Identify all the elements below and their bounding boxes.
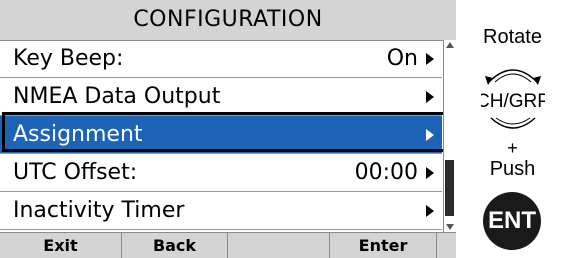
menu-item-value: On — [386, 46, 418, 71]
arrow-right-icon — [426, 205, 434, 217]
instruction-panel: Rotate CH/GRP + Push ENT — [462, 0, 563, 257]
rotary-knob-icon: CH/GRP — [481, 69, 545, 129]
scrollbar-thumb[interactable] — [445, 160, 454, 216]
menu-item-assignment[interactable]: Assignment — [0, 116, 442, 154]
menu-list: Key Beep: On NMEA Data Output Assignment… — [0, 40, 442, 230]
knob-label: CH/GRP — [481, 91, 545, 112]
plus-label: + — [507, 138, 518, 158]
menu-item-label: UTC Offset: — [13, 160, 138, 185]
menu-item-key-beep[interactable]: Key Beep: On — [0, 40, 442, 78]
screen-title: CONFIGURATION — [133, 7, 323, 32]
scroll-up-icon — [446, 42, 454, 48]
ent-button-icon: ENT — [483, 192, 541, 250]
menu-item-value: 00:00 — [354, 160, 418, 185]
arrow-right-icon — [426, 167, 434, 179]
arrow-right-icon — [426, 53, 434, 65]
rotate-label: Rotate — [483, 26, 542, 48]
softkey-exit[interactable]: Exit — [0, 233, 122, 258]
title-bar: CONFIGURATION — [0, 0, 456, 41]
menu-item-label: Inactivity Timer — [13, 198, 185, 223]
arrow-right-icon — [426, 91, 434, 103]
softkey-enter[interactable]: Enter — [330, 233, 437, 258]
menu-item-inactivity-timer[interactable]: Inactivity Timer — [0, 192, 442, 230]
menu-item-nmea-data-output[interactable]: NMEA Data Output — [0, 78, 442, 116]
arrow-right-icon — [426, 129, 434, 141]
push-label: Push — [489, 158, 536, 180]
softkey-bar-end — [437, 233, 456, 258]
menu-item-label: NMEA Data Output — [13, 84, 221, 109]
lcd-screen: CONFIGURATION Key Beep: On NMEA Data Out… — [0, 0, 456, 258]
menu-item-label: Key Beep: — [13, 46, 124, 71]
scroll-down-icon — [446, 224, 454, 230]
softkey-bar: Exit Back Enter — [0, 232, 456, 258]
menu-item-label: Assignment — [13, 122, 143, 147]
scrollbar[interactable] — [443, 40, 456, 232]
softkey-back[interactable]: Back — [122, 233, 228, 258]
softkey-empty[interactable] — [228, 233, 330, 258]
menu-item-utc-offset[interactable]: UTC Offset: 00:00 — [0, 154, 442, 192]
